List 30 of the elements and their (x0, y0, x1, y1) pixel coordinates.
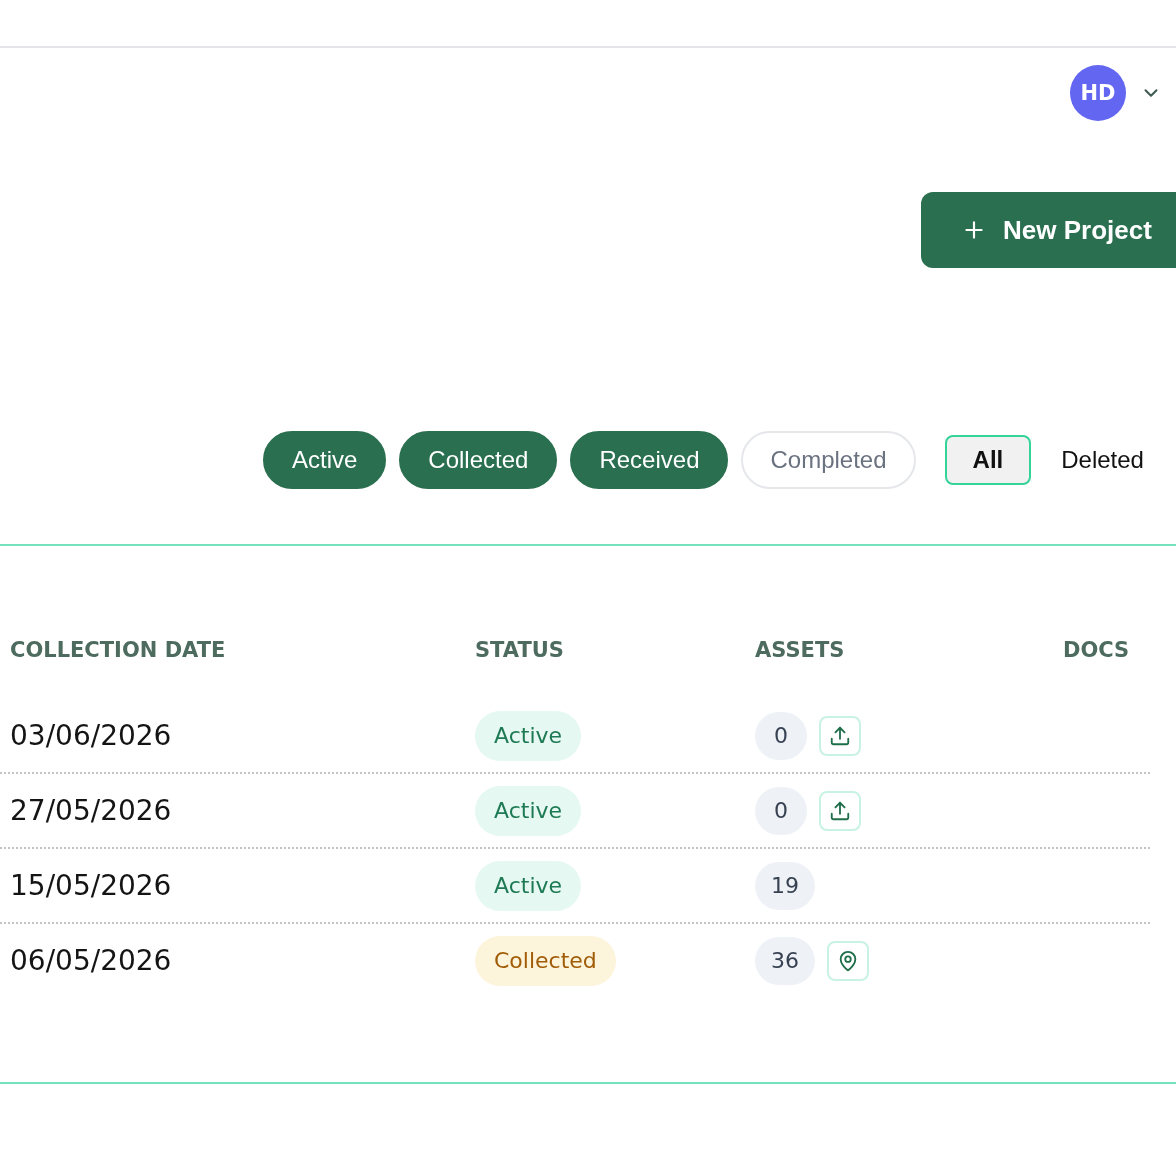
upload-icon (829, 724, 851, 747)
asset-count: 36 (755, 936, 815, 985)
date-cell: 27/05/2026 (10, 794, 172, 827)
status-filter-tab[interactable]: Received (570, 431, 729, 489)
status-badge: Active (475, 710, 582, 761)
view-toggle-tab[interactable]: All (944, 435, 1032, 485)
upload-button[interactable] (819, 790, 861, 831)
status-filter-tab[interactable]: Collected (399, 431, 558, 489)
upload-button[interactable] (819, 715, 861, 756)
column-header: STATUS (475, 638, 564, 662)
asset-count: 0 (755, 711, 807, 760)
status-badge: Collected (475, 935, 616, 986)
column-header: COLLECTION DATE (10, 638, 226, 662)
asset-count: 19 (755, 861, 815, 910)
status-badge: Active (475, 860, 582, 911)
date-cell: 15/05/2026 (10, 869, 172, 902)
column-header: ASSETS (755, 638, 845, 662)
asset-count: 0 (755, 786, 807, 835)
new-project-button[interactable]: New Project (921, 192, 1176, 268)
column-header: DOCS (1063, 638, 1130, 662)
map-pin-icon (837, 949, 859, 972)
view-toggle-tab[interactable]: Deleted (1033, 435, 1172, 485)
user-avatar[interactable]: HD (1070, 65, 1126, 121)
status-badge: Active (475, 785, 582, 836)
status-filter-tab[interactable]: Active (263, 431, 387, 489)
location-button[interactable] (827, 940, 869, 981)
date-cell: 06/05/2026 (10, 944, 172, 977)
status-filter-tab[interactable]: Completed (741, 431, 916, 489)
date-cell: 03/06/2026 (10, 719, 172, 752)
upload-icon (829, 799, 851, 822)
